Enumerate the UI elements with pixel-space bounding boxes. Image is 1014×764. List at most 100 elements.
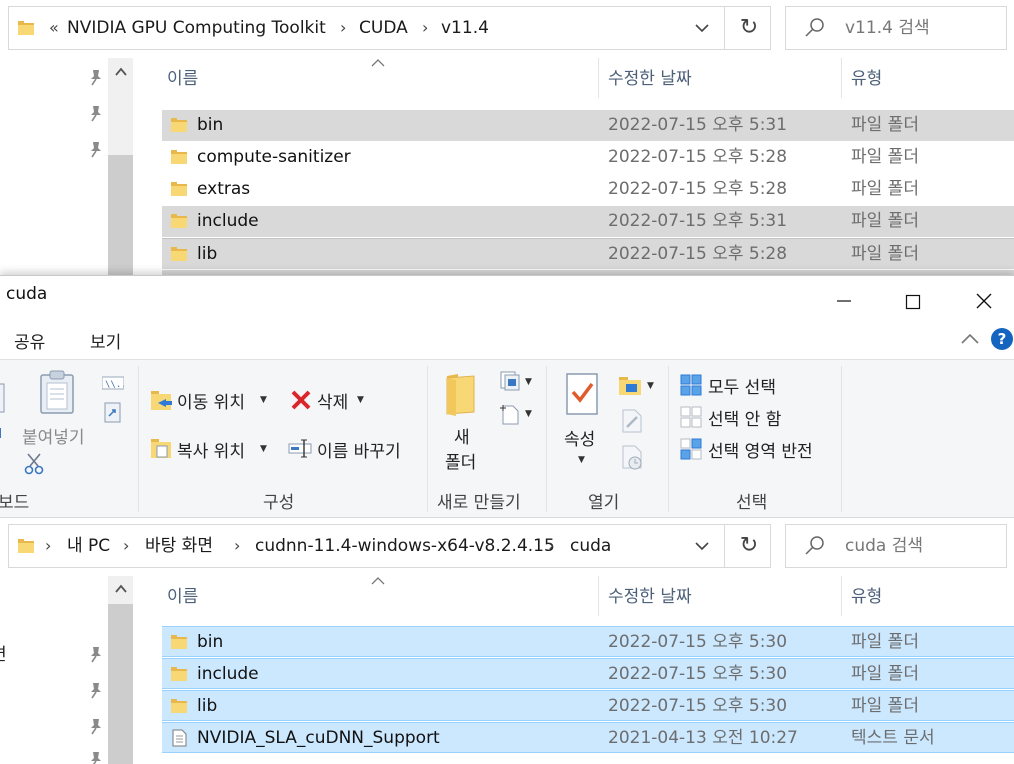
collapse-ribbon-icon[interactable] <box>960 332 980 346</box>
table-row[interactable]: bin 2022-07-15 오후 5:31 파일 폴더 <box>162 110 1014 141</box>
scroll-up-icon[interactable] <box>108 580 133 602</box>
table-row[interactable]: lib 2022-07-15 오후 5:30 파일 폴더 <box>162 690 1014 721</box>
table-row[interactable]: extras 2022-07-15 오후 5:28 파일 폴더 <box>162 174 1014 205</box>
column-divider[interactable] <box>841 576 842 616</box>
column-divider[interactable] <box>598 576 599 616</box>
edit-icon[interactable] <box>620 408 644 434</box>
delete-button[interactable]: 삭제 <box>317 388 348 413</box>
delete-icon[interactable] <box>290 389 312 411</box>
chevron-down-icon[interactable] <box>693 19 711 37</box>
chevron-right-icon[interactable]: › <box>548 525 554 567</box>
pin-icon[interactable] <box>87 717 105 735</box>
breadcrumb-item-this-pc[interactable]: 내 PC <box>67 525 110 567</box>
table-row[interactable]: lib 2022-07-15 오후 5:28 파일 폴더 <box>162 238 1014 269</box>
nav-scrollbar-thumb[interactable] <box>108 604 133 764</box>
paste-button-label[interactable]: 붙여넣기 <box>22 423 85 448</box>
invert-selection-icon[interactable] <box>680 438 702 460</box>
select-all-button[interactable]: 모두 선택 <box>708 373 776 398</box>
maximize-button[interactable] <box>891 280 935 316</box>
breadcrumb-item-toolkit[interactable]: NVIDIA GPU Computing Toolkit <box>67 7 326 49</box>
pin-icon[interactable] <box>87 140 105 158</box>
column-header-date[interactable]: 수정한 날짜 <box>608 584 692 610</box>
chevron-right-icon[interactable]: › <box>45 525 51 567</box>
move-to-button[interactable]: 이동 위치 <box>177 388 245 413</box>
column-divider[interactable] <box>598 58 599 98</box>
chevron-right-icon[interactable]: › <box>340 7 346 49</box>
select-none-button[interactable]: 선택 안 함 <box>708 405 781 430</box>
breadcrumb-item-cudnn[interactable]: cudnn-11.4-windows-x64-v8.2.4.15 <box>255 525 555 567</box>
breadcrumb-overflow[interactable]: « <box>49 7 59 49</box>
nav-scrollbar-thumb[interactable] <box>108 155 133 275</box>
row-date: 2022-07-15 오후 5:28 <box>608 147 788 167</box>
easy-access-dropdown-icon[interactable]: ▼ <box>525 409 532 419</box>
paste-icon[interactable] <box>37 370 77 416</box>
address-bar[interactable]: › 내 PC › 바탕 화면 › cudnn-11.4-windows-x64-… <box>8 524 771 568</box>
table-row[interactable]: include 2022-07-15 오후 5:31 파일 폴더 <box>162 206 1014 237</box>
chevron-right-icon[interactable]: › <box>123 525 129 567</box>
chevron-right-icon[interactable]: › <box>234 525 240 567</box>
scroll-up-icon[interactable] <box>108 63 133 85</box>
properties-icon[interactable] <box>564 372 600 416</box>
properties-button[interactable]: 속성 <box>564 425 595 450</box>
help-icon[interactable]: ? <box>991 328 1013 350</box>
pin-icon[interactable] <box>87 68 105 86</box>
easy-access-icon[interactable] <box>499 402 525 426</box>
close-button[interactable] <box>962 280 1006 316</box>
delete-dropdown-icon[interactable]: ▼ <box>357 395 364 405</box>
address-bar[interactable]: « NVIDIA GPU Computing Toolkit › CUDA › … <box>8 6 771 50</box>
copy-icon[interactable] <box>0 382 6 416</box>
breadcrumb-item-cuda[interactable]: CUDA <box>359 7 408 49</box>
new-folder-label-2[interactable]: 폴더 <box>445 448 476 473</box>
cut-icon[interactable] <box>24 452 44 476</box>
column-header-type[interactable]: 유형 <box>851 584 882 610</box>
move-to-dropdown-icon[interactable]: ▼ <box>260 395 267 405</box>
open-dropdown-icon[interactable]: ▼ <box>647 381 654 391</box>
rename-icon[interactable] <box>288 438 314 458</box>
copy-path-button-icon[interactable]: \\... <box>102 376 124 390</box>
paste-shortcut-icon[interactable] <box>104 402 122 424</box>
table-row[interactable]: bin 2022-07-15 오후 5:30 파일 폴더 <box>162 626 1014 657</box>
pin-icon[interactable] <box>87 104 105 122</box>
minimize-button[interactable] <box>822 280 866 316</box>
open-icon[interactable] <box>618 374 644 398</box>
tab-view[interactable]: 보기 <box>90 328 121 353</box>
column-header-name[interactable]: 이름 <box>167 584 198 610</box>
nav-item-partial[interactable]: 면 <box>0 640 7 665</box>
table-row[interactable]: NVIDIA_SLA_cuDNN_Support 2021-04-13 오전 1… <box>162 722 1014 753</box>
select-none-icon[interactable] <box>680 406 702 428</box>
rename-button[interactable]: 이름 바꾸기 <box>317 437 401 462</box>
copy-to-button[interactable]: 복사 위치 <box>177 437 245 462</box>
select-all-icon[interactable] <box>680 374 702 396</box>
table-row[interactable]: compute-sanitizer 2022-07-15 오후 5:28 파일 … <box>162 142 1014 173</box>
tab-share[interactable]: 공유 <box>14 328 45 353</box>
move-to-icon[interactable] <box>150 388 174 412</box>
column-header-date[interactable]: 수정한 날짜 <box>608 66 692 92</box>
pin-icon[interactable] <box>87 645 105 663</box>
refresh-icon[interactable]: ↻ <box>736 533 762 559</box>
new-folder-icon[interactable] <box>444 372 478 416</box>
copy-path-icon[interactable] <box>0 426 8 440</box>
new-item-icon[interactable] <box>499 370 525 392</box>
breadcrumb-item-cuda[interactable]: cuda <box>570 525 611 567</box>
chevron-down-icon[interactable] <box>693 537 711 555</box>
row-date: 2022-07-15 오후 5:30 <box>608 696 788 716</box>
refresh-icon[interactable]: ↻ <box>736 15 762 41</box>
history-icon[interactable] <box>620 444 646 472</box>
search-box[interactable]: cuda 검색 <box>785 524 1007 568</box>
breadcrumb-item-desktop[interactable]: 바탕 화면 <box>145 525 213 567</box>
new-folder-label-1[interactable]: 새 <box>454 423 470 448</box>
copy-to-dropdown-icon[interactable]: ▼ <box>260 444 267 454</box>
new-item-dropdown-icon[interactable]: ▼ <box>525 377 532 387</box>
chevron-right-icon[interactable]: › <box>422 7 428 49</box>
pin-icon[interactable] <box>87 681 105 699</box>
column-divider[interactable] <box>841 58 842 98</box>
invert-selection-button[interactable]: 선택 영역 반전 <box>708 437 813 462</box>
breadcrumb-item-version[interactable]: v11.4 <box>441 7 489 49</box>
properties-dropdown-icon[interactable]: ▼ <box>578 455 585 465</box>
column-header-name[interactable]: 이름 <box>167 66 198 92</box>
table-row[interactable]: include 2022-07-15 오후 5:30 파일 폴더 <box>162 658 1014 689</box>
pin-icon[interactable] <box>87 750 105 764</box>
search-box[interactable]: v11.4 검색 <box>785 6 1007 50</box>
column-header-type[interactable]: 유형 <box>851 66 882 92</box>
copy-to-icon[interactable] <box>150 436 174 460</box>
